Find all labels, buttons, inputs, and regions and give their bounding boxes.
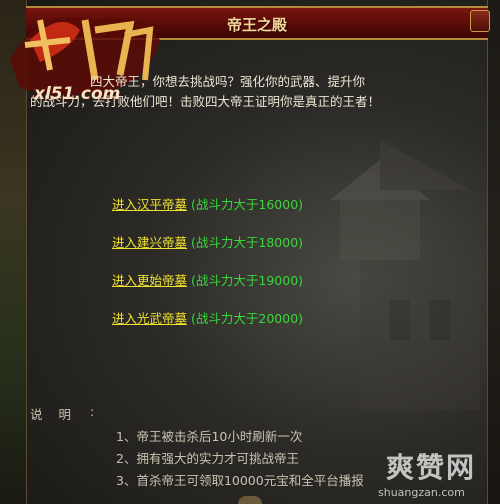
requirement-text: (战斗力大于19000) (191, 273, 304, 288)
requirement-text: (战斗力大于16000) (191, 197, 304, 212)
entry-row-4: 进入光武帝墓 (战斗力大于20000) (112, 308, 303, 326)
intro-text: 四大帝王，你想去挑战吗？强化你的武器、提升你 的战斗力，去打败他们吧！击败四大帝… (30, 72, 470, 112)
note-item-3: 3、首杀帝王可领取10000元宝和全平台播报 (116, 473, 364, 488)
notes-colon: : (90, 404, 95, 419)
entry-row-3: 进入更始帝墓 (战斗力大于19000) (112, 270, 303, 288)
notes-heading: 说明 (30, 407, 88, 422)
intro-line-2: 的战斗力，去打败他们吧！击败四大帝王证明你是真正的王者！ (30, 94, 381, 109)
note-item-1: 1、帝王被击杀后10小时刷新一次 (116, 429, 303, 444)
palace-silhouette (330, 140, 480, 410)
requirement-text: (战斗力大于18000) (191, 235, 304, 250)
intro-line-1: 四大帝王，你想去挑战吗？强化你的武器、提升你 (90, 74, 366, 89)
watermark-url: shuangzan.com (378, 486, 465, 499)
entry-row-1: 进入汉平帝墓 (战斗力大于16000) (112, 194, 303, 212)
entry-row-2: 进入建兴帝墓 (战斗力大于18000) (112, 232, 303, 250)
close-button[interactable] (470, 10, 490, 32)
watermark-title: 爽赞网 (386, 451, 477, 484)
enter-jianxing-tomb-link[interactable]: 进入建兴帝墓 (112, 235, 187, 250)
enter-guangwu-tomb-link[interactable]: 进入光武帝墓 (112, 311, 187, 326)
enter-gengshi-tomb-link[interactable]: 进入更始帝墓 (112, 273, 187, 288)
note-item-2: 2、拥有强大的实力才可挑战帝王 (116, 451, 299, 466)
bottom-ornament-icon (238, 496, 262, 504)
enter-hanping-tomb-link[interactable]: 进入汉平帝墓 (112, 197, 187, 212)
requirement-text: (战斗力大于20000) (191, 311, 304, 326)
site-watermark: 爽赞网 shuangzan.com (378, 446, 500, 504)
